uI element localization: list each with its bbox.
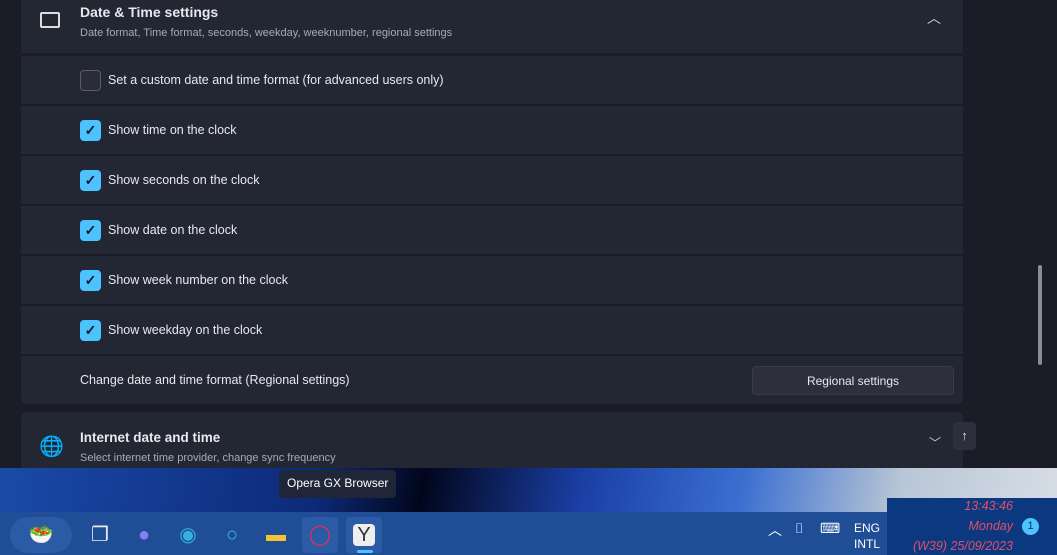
language-indicator[interactable]: ENG INTL (854, 520, 880, 552)
checkbox-show-week-number[interactable]: ✓ (80, 270, 101, 291)
clock-date: (W39) 25/09/2023 (912, 539, 1013, 553)
usb-icon[interactable]: ⌷ (795, 520, 803, 537)
checkbox-show-seconds[interactable]: ✓ (80, 170, 101, 191)
checkbox-show-time[interactable]: ✓ (80, 120, 101, 141)
file-explorer-icon[interactable]: ▬ (258, 517, 294, 553)
chevron-down-icon[interactable]: ﹀ (929, 434, 941, 451)
checkbox-custom-format[interactable] (80, 70, 101, 91)
checkbox-show-weekday[interactable]: ✓ (80, 320, 101, 341)
option-row[interactable]: ✓ Show time on the clock (21, 106, 963, 155)
task-view-icon[interactable]: ❐ (82, 517, 118, 553)
lang-code: ENG (854, 521, 881, 535)
scroll-to-top-button[interactable]: ↑ (953, 422, 976, 450)
settings-form-icon (40, 12, 60, 28)
checkbox-show-date[interactable]: ✓ (80, 220, 101, 241)
internet-subtitle: Select internet time provider, change sy… (80, 452, 336, 464)
notification-badge[interactable]: 1 (1022, 518, 1039, 535)
active-indicator (357, 550, 373, 553)
option-row[interactable]: ✓ Show seconds on the clock (21, 156, 963, 205)
option-label: Show seconds on the clock (108, 173, 260, 187)
internet-title: Internet date and time (80, 430, 221, 445)
teams-chat-icon[interactable]: ● (126, 517, 162, 553)
settings-window: Date & Time settings Date format, Time f… (0, 0, 1057, 468)
option-label: Set a custom date and time format (for a… (108, 73, 444, 87)
option-row[interactable]: ✓ Show weekday on the clock (21, 306, 963, 355)
option-row[interactable]: ✓ Show date on the clock (21, 206, 963, 255)
edge-icon[interactable]: ◉ (170, 517, 206, 553)
option-label: Show time on the clock (108, 123, 237, 137)
section-subtitle: Date format, Time format, seconds, weekd… (80, 27, 453, 39)
regional-settings-button[interactable]: Regional settings (752, 366, 954, 395)
regional-row: Change date and time format (Regional se… (21, 356, 963, 405)
lang-layout: INTL (854, 537, 881, 551)
regional-label: Change date and time format (Regional se… (80, 373, 350, 387)
clock-time: 13:43:46 (964, 499, 1013, 513)
section-title: Date & Time settings (80, 4, 219, 20)
option-label: Show date on the clock (108, 223, 238, 237)
show-hidden-icons-chevron-icon[interactable]: ︿ (768, 520, 782, 540)
clock-app-icon[interactable]: Y (346, 517, 382, 553)
option-label: Show weekday on the clock (108, 323, 263, 337)
opera-gx-icon[interactable]: ◯ (302, 517, 338, 553)
internet-time-header[interactable]: 🌐 Internet date and time Select internet… (21, 412, 963, 468)
clock-weekday: Monday (968, 519, 1013, 533)
option-label: Show week number on the clock (108, 273, 288, 287)
option-row[interactable]: Set a custom date and time format (for a… (21, 56, 963, 105)
globe-clock-icon: 🌐 (39, 436, 64, 458)
chevron-up-icon[interactable]: ︿ (927, 8, 941, 28)
widgets-icon[interactable]: 🥗 (10, 517, 72, 553)
keyboard-icon[interactable]: ⌨ (820, 520, 840, 537)
date-time-settings-header[interactable]: Date & Time settings Date format, Time f… (21, 0, 963, 54)
cortana-icon[interactable]: ○ (214, 517, 250, 553)
taskbar-tooltip: Opera GX Browser (279, 470, 397, 498)
option-row[interactable]: ✓ Show week number on the clock (21, 256, 963, 305)
scrollbar[interactable] (1038, 265, 1042, 365)
